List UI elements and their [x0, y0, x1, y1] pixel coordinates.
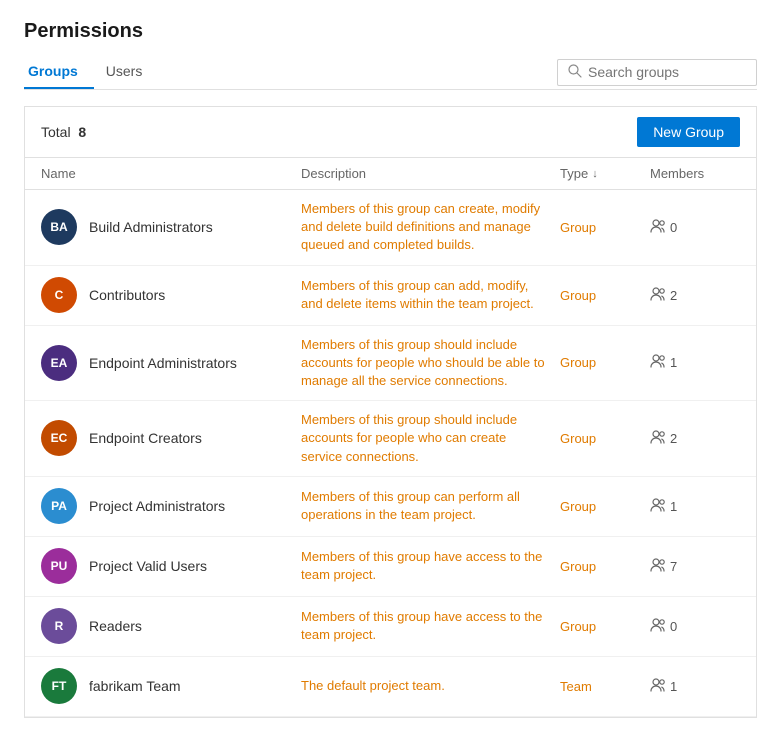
members-cell: 2: [650, 287, 740, 304]
members-icon: [650, 430, 666, 447]
tab-users[interactable]: Users: [102, 55, 159, 89]
type-cell: Group: [560, 220, 650, 235]
description-cell: Members of this group have access to the…: [301, 608, 560, 644]
type-cell: Group: [560, 355, 650, 370]
name-cell: EA Endpoint Administrators: [41, 345, 301, 381]
tab-groups[interactable]: Groups: [24, 55, 94, 89]
avatar: R: [41, 608, 77, 644]
name-cell: R Readers: [41, 608, 301, 644]
groups-list: BA Build Administrators Members of this …: [25, 190, 756, 717]
avatar: EC: [41, 420, 77, 456]
description-cell: Members of this group should include acc…: [301, 336, 560, 391]
group-name: Contributors: [89, 287, 165, 303]
description-cell: Members of this group should include acc…: [301, 411, 560, 466]
description-cell: Members of this group can perform all op…: [301, 488, 560, 524]
group-name: Endpoint Administrators: [89, 355, 237, 371]
members-count: 2: [670, 431, 677, 446]
members-count: 0: [670, 619, 677, 634]
members-icon: [650, 678, 666, 695]
description-cell: Members of this group can create, modify…: [301, 200, 560, 255]
name-cell: C Contributors: [41, 277, 301, 313]
content-area: Total 8 New Group Name Description Type …: [24, 106, 757, 718]
description-cell: Members of this group have access to the…: [301, 548, 560, 584]
members-count: 2: [670, 288, 677, 303]
members-count: 7: [670, 559, 677, 574]
group-name: Project Valid Users: [89, 558, 207, 574]
members-cell: 1: [650, 498, 740, 515]
members-icon: [650, 618, 666, 635]
table-row[interactable]: PU Project Valid Users Members of this g…: [25, 537, 756, 597]
members-cell: 1: [650, 354, 740, 371]
group-name: fabrikam Team: [89, 678, 181, 694]
type-cell: Team: [560, 679, 650, 694]
permissions-page: Permissions Groups Users Total 8 New Gro…: [0, 0, 781, 746]
tabs-header: Groups Users: [24, 55, 757, 90]
search-input[interactable]: [588, 64, 746, 80]
total-label: Total 8: [41, 124, 86, 140]
search-icon: [568, 64, 582, 81]
avatar: FT: [41, 668, 77, 704]
table-header-row: Total 8 New Group: [25, 107, 756, 158]
col-header-type[interactable]: Type ↓: [560, 166, 650, 181]
members-cell: 1: [650, 678, 740, 695]
sort-icon: ↓: [592, 168, 598, 180]
members-icon: [650, 219, 666, 236]
column-headers: Name Description Type ↓ Members: [25, 158, 756, 190]
name-cell: PA Project Administrators: [41, 488, 301, 524]
type-cell: Group: [560, 559, 650, 574]
group-name: Build Administrators: [89, 219, 213, 235]
group-name: Endpoint Creators: [89, 430, 202, 446]
members-cell: 2: [650, 430, 740, 447]
table-row[interactable]: FT fabrikam Team The default project tea…: [25, 657, 756, 717]
search-box[interactable]: [557, 59, 757, 86]
col-header-description: Description: [301, 166, 560, 181]
type-cell: Group: [560, 431, 650, 446]
table-row[interactable]: C Contributors Members of this group can…: [25, 266, 756, 326]
members-icon: [650, 558, 666, 575]
name-cell: EC Endpoint Creators: [41, 420, 301, 456]
name-cell: PU Project Valid Users: [41, 548, 301, 584]
description-cell: The default project team.: [301, 677, 560, 695]
group-name: Readers: [89, 618, 142, 634]
col-header-members: Members: [650, 166, 740, 181]
avatar: PU: [41, 548, 77, 584]
avatar: BA: [41, 209, 77, 245]
members-count: 1: [670, 499, 677, 514]
page-title: Permissions: [24, 20, 757, 43]
group-name: Project Administrators: [89, 498, 225, 514]
members-count: 1: [670, 355, 677, 370]
new-group-button[interactable]: New Group: [637, 117, 740, 147]
col-header-name: Name: [41, 166, 301, 181]
type-cell: Group: [560, 499, 650, 514]
table-row[interactable]: EA Endpoint Administrators Members of th…: [25, 326, 756, 402]
members-count: 0: [670, 220, 677, 235]
avatar: C: [41, 277, 77, 313]
type-cell: Group: [560, 288, 650, 303]
total-count: 8: [78, 124, 86, 140]
table-row[interactable]: R Readers Members of this group have acc…: [25, 597, 756, 657]
table-row[interactable]: EC Endpoint Creators Members of this gro…: [25, 401, 756, 477]
members-icon: [650, 287, 666, 304]
table-row[interactable]: BA Build Administrators Members of this …: [25, 190, 756, 266]
members-cell: 0: [650, 618, 740, 635]
tabs-left: Groups Users: [24, 55, 166, 89]
avatar: PA: [41, 488, 77, 524]
description-cell: Members of this group can add, modify, a…: [301, 277, 560, 313]
table-row[interactable]: PA Project Administrators Members of thi…: [25, 477, 756, 537]
members-cell: 0: [650, 219, 740, 236]
name-cell: FT fabrikam Team: [41, 668, 301, 704]
type-cell: Group: [560, 619, 650, 634]
members-icon: [650, 354, 666, 371]
members-cell: 7: [650, 558, 740, 575]
members-count: 1: [670, 679, 677, 694]
avatar: EA: [41, 345, 77, 381]
members-icon: [650, 498, 666, 515]
name-cell: BA Build Administrators: [41, 209, 301, 245]
